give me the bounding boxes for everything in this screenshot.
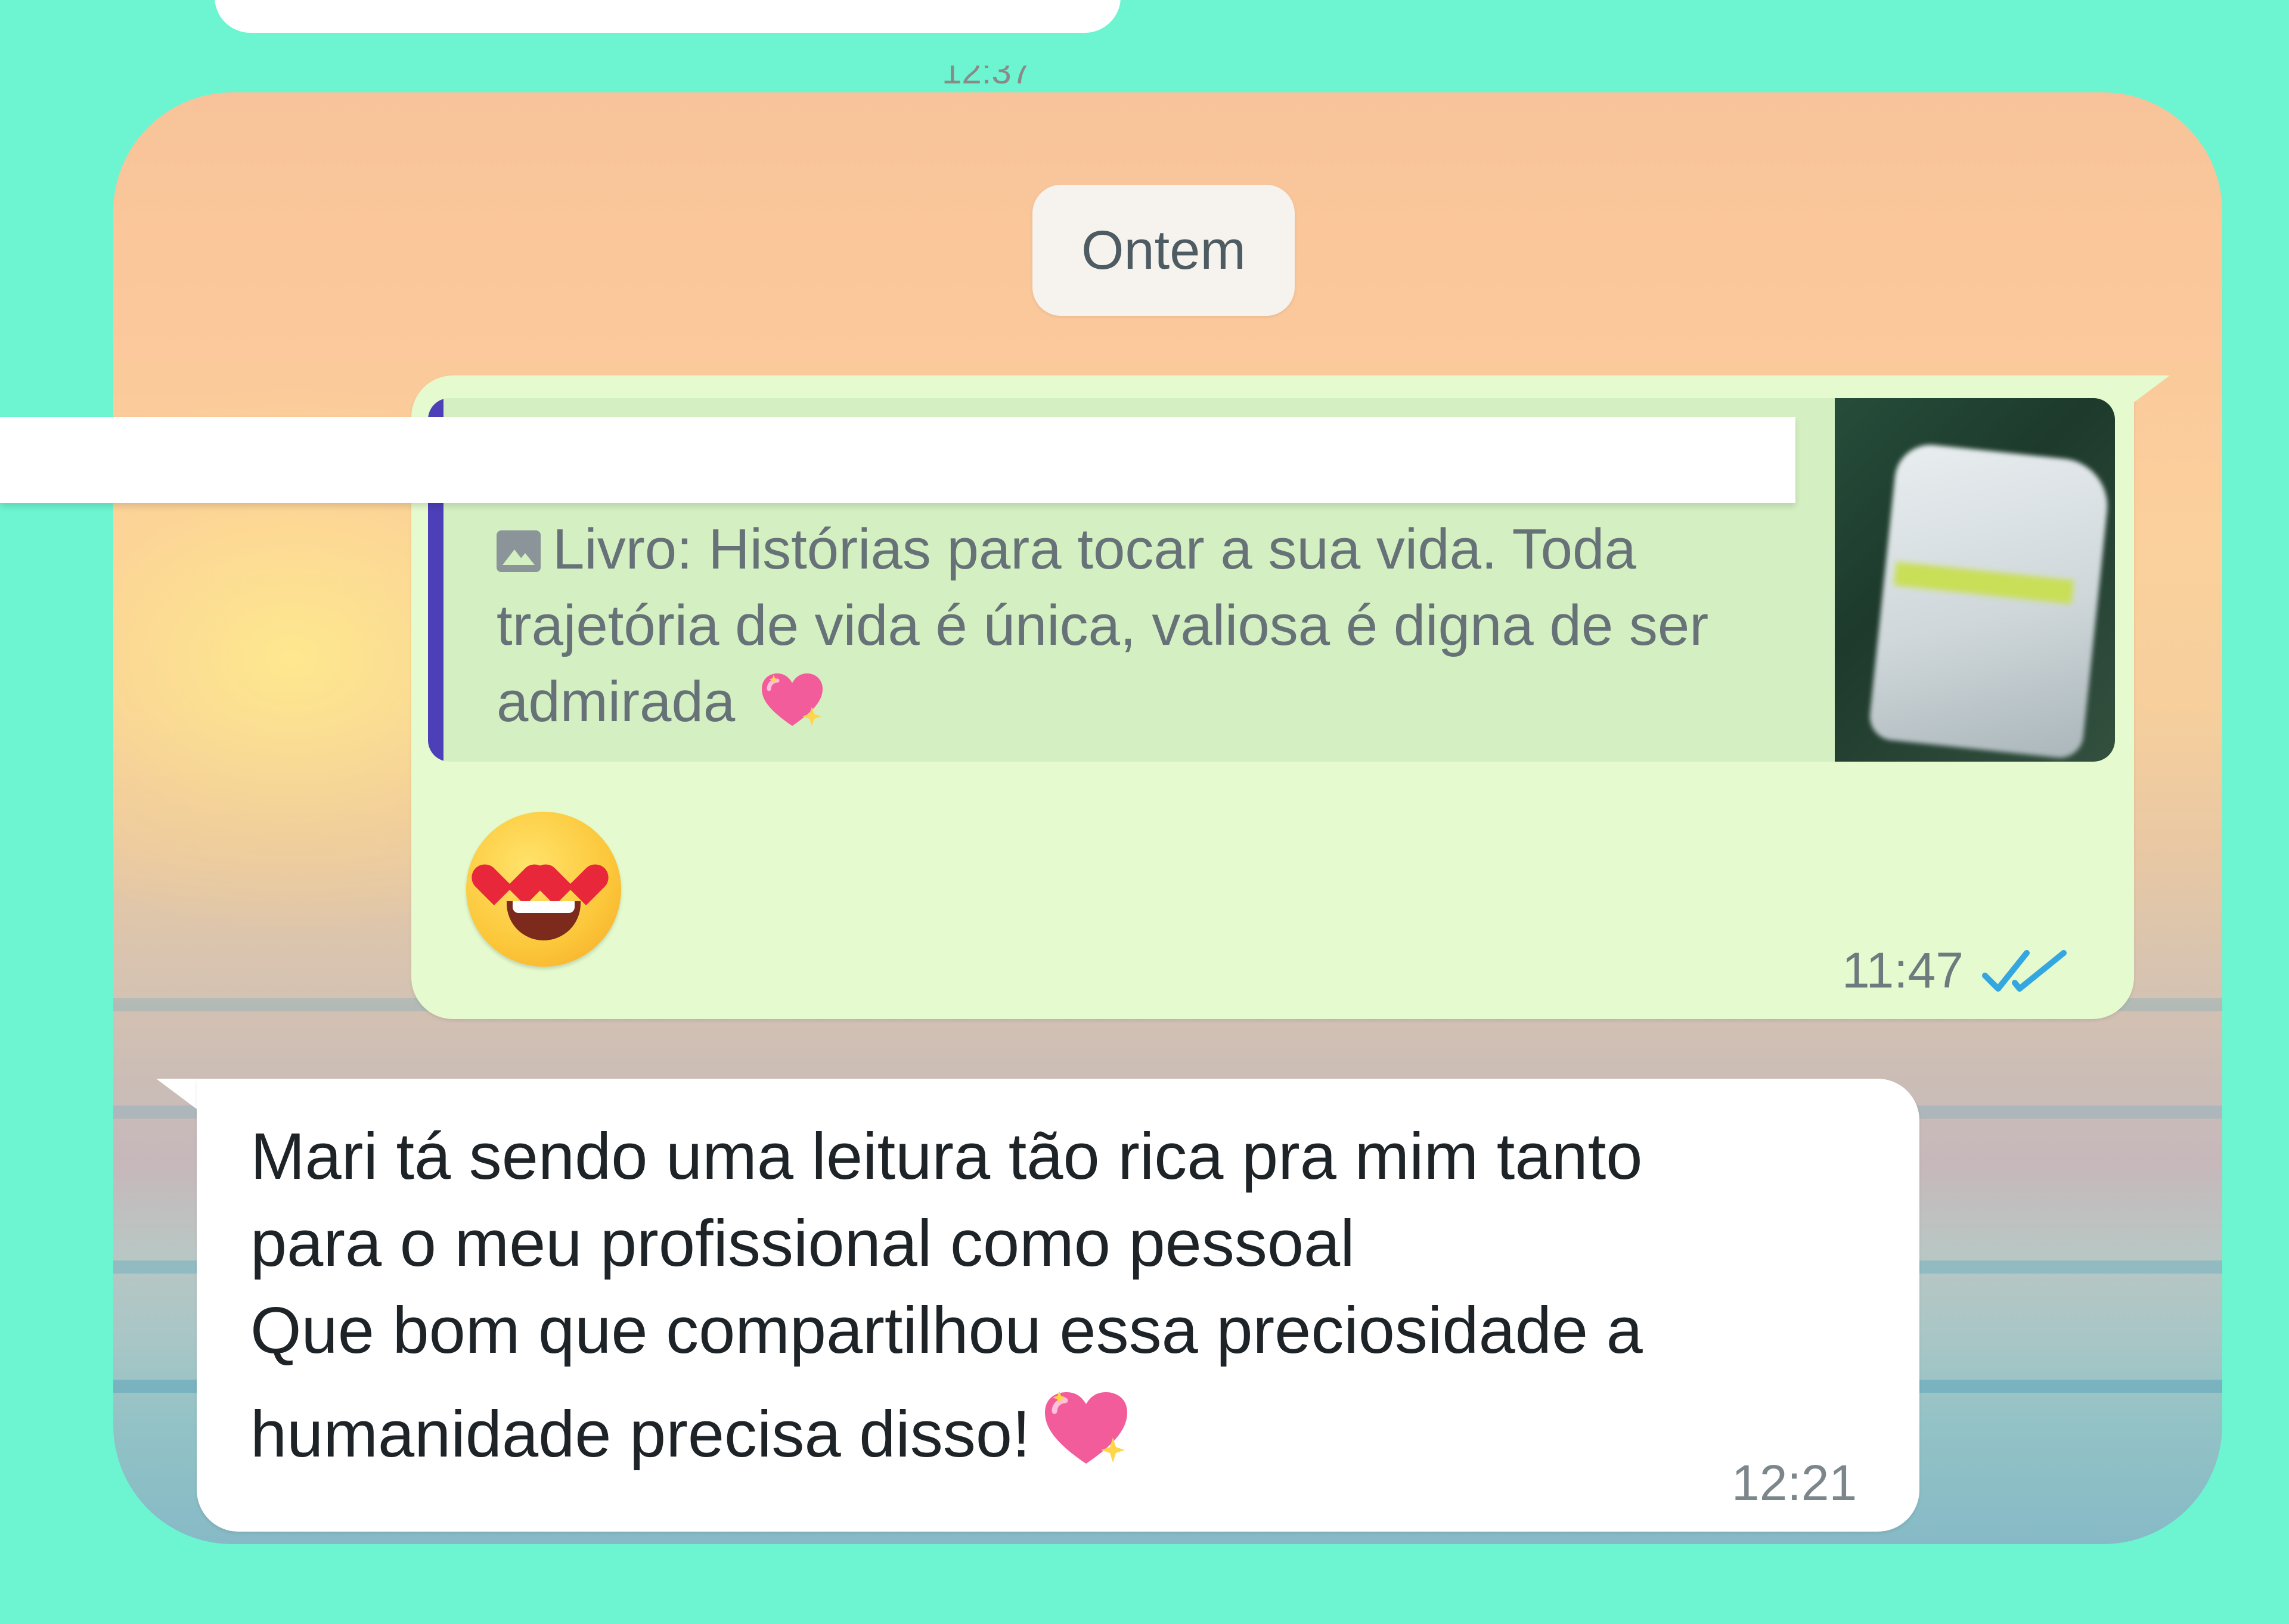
quote-text: Livro: Histórias para tocar a sua vida. …	[497, 517, 1709, 734]
incoming-message-time: 12:21	[1732, 1455, 1857, 1511]
outgoing-message-time: 11:47	[1842, 942, 1964, 998]
smile-mouth	[507, 901, 581, 940]
previous-message-bubble[interactable]	[215, 0, 1121, 33]
quote-text-block: Livro: Histórias para tocar a sua vida. …	[497, 511, 1760, 740]
heart-eyes-emoji	[466, 812, 621, 967]
incoming-message-text: Mari tá sendo uma leitura tão rica pra m…	[250, 1113, 1896, 1478]
date-divider: Ontem	[1032, 185, 1295, 316]
double-check-read-icon	[1981, 949, 2067, 992]
sparkling-heart-icon	[1041, 1390, 1131, 1467]
sparkling-heart-icon	[759, 672, 825, 729]
book-thumbnail[interactable]	[1835, 398, 2115, 762]
incoming-message-line: Que bom que compartilhou essa preciosida…	[250, 1294, 1643, 1367]
date-divider-label: Ontem	[1081, 219, 1246, 281]
incoming-message-line: para o meu profissional como pessoal	[250, 1207, 1355, 1280]
heart-eye-right	[550, 847, 596, 889]
incoming-message-last-line: humanidade precisa disso!	[250, 1390, 1896, 1478]
outgoing-message-meta: 11:47	[1842, 942, 2070, 999]
thumbnail-book-shape	[1867, 441, 2113, 760]
outgoing-bubble-tail	[2122, 375, 2170, 411]
incoming-message-line: Mari tá sendo uma leitura tão rica pra m…	[250, 1120, 1643, 1193]
image-icon	[497, 530, 541, 572]
incoming-message-line: humanidade precisa disso!	[250, 1398, 1031, 1471]
heart-eye-left	[489, 847, 535, 889]
previous-message-time: 12:37	[942, 66, 1032, 89]
redaction-bar	[0, 417, 1795, 503]
